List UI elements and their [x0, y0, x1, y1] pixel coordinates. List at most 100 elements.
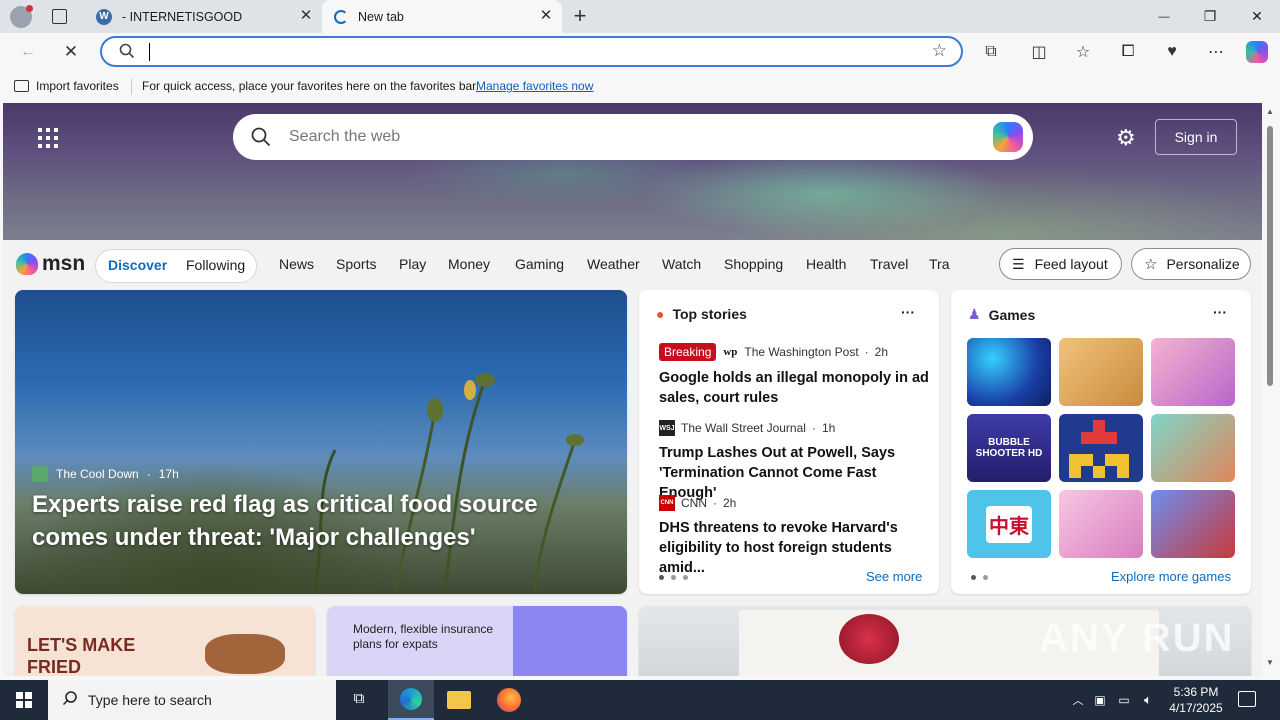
story-age: 2h	[723, 496, 737, 510]
sign-in-button[interactable]: Sign in	[1155, 119, 1237, 155]
maximize-button[interactable]: ❐	[1187, 0, 1233, 33]
tab-actions-icon[interactable]	[52, 9, 67, 24]
minimize-button[interactable]: —	[1141, 0, 1187, 33]
nav-play[interactable]: Play	[399, 256, 426, 272]
layout-icon: ☰	[1012, 255, 1025, 272]
nav-shopping[interactable]: Shopping	[724, 256, 783, 272]
recipe-card[interactable]: LET'S MAKE FRIED	[15, 606, 315, 676]
story-item[interactable]: WSJ The Wall Street Journal · 1h Trump L…	[659, 420, 929, 503]
network-monitor-icon[interactable]: ▣	[1088, 693, 1112, 707]
story-source-name: CNN	[681, 496, 707, 510]
tab-new-tab[interactable]: New tab ✕	[322, 0, 562, 33]
story-separator: ·	[864, 345, 869, 359]
msn-logo[interactable]: msn	[16, 252, 85, 276]
tab-discover[interactable]: Discover	[108, 257, 167, 273]
copilot-icon[interactable]	[1243, 38, 1271, 66]
clock[interactable]: 5:36 PM 4/17/2025	[1162, 684, 1230, 716]
nav-weather[interactable]: Weather	[587, 256, 640, 272]
close-tab-icon[interactable]: ✕	[538, 8, 554, 24]
game-tile-bubble-shooter[interactable]: BUBBLE SHOOTER HD	[967, 414, 1051, 482]
game-tile-jewels[interactable]	[967, 338, 1051, 406]
new-tab-button[interactable]: +	[570, 3, 590, 29]
scroll-up-icon[interactable]: ▲	[1266, 107, 1274, 116]
volume-icon[interactable]: 🔈︎	[1136, 692, 1160, 708]
collections-icon[interactable]: ⧠	[1114, 38, 1142, 66]
network-icon[interactable]: ▭	[1112, 693, 1136, 707]
performance-icon[interactable]: ♥	[1158, 38, 1186, 66]
nav-travel[interactable]: Travel	[870, 256, 908, 272]
story-item[interactable]: Breaking wp The Washington Post · 2h Goo…	[659, 343, 929, 408]
title-bar: W - INTERNETISGOOD ✕ New tab ✕ + — ❐ ✕	[0, 0, 1280, 33]
windows-taskbar: Type here to search ⧉ ︿ ▣ ▭ 🔈︎ 5:36 PM 4…	[0, 680, 1280, 720]
task-view-icon[interactable]: ⧉	[348, 690, 370, 710]
close-tab-icon[interactable]: ✕	[298, 8, 314, 24]
nav-sports[interactable]: Sports	[336, 256, 376, 272]
story-source: CNN CNN · 2h	[659, 495, 929, 511]
back-icon[interactable]: ←	[14, 38, 42, 66]
game-tile-doctor[interactable]	[1151, 414, 1235, 482]
page-scrollbar[interactable]: ▲ ▼	[1262, 103, 1280, 676]
game-tile-dressup[interactable]	[1059, 490, 1143, 558]
feed-layout-button[interactable]: ☰ Feed layout	[999, 248, 1122, 280]
pager-dot[interactable]	[683, 575, 688, 580]
see-more-link[interactable]: See more	[866, 569, 922, 584]
stop-loading-icon[interactable]: ✕	[57, 38, 85, 66]
web-search-box[interactable]: Search the web	[233, 114, 1033, 160]
favorites-message: For quick access, place your favorites h…	[142, 79, 479, 93]
apps-grid-icon[interactable]	[38, 128, 58, 148]
nav-health[interactable]: Health	[806, 256, 846, 272]
games-more-icon[interactable]: ···	[1213, 304, 1227, 320]
import-favorites-button[interactable]: Import favorites	[14, 79, 119, 93]
favorites-icon[interactable]: ☆	[1069, 38, 1097, 66]
explore-more-games-link[interactable]: Explore more games	[1111, 569, 1231, 584]
nav-news[interactable]: News	[279, 256, 314, 272]
cnn-logo: CNN	[659, 495, 675, 511]
notifications-icon[interactable]	[1238, 691, 1256, 707]
extensions-icon[interactable]: ⧉	[977, 38, 1005, 66]
copilot-icon[interactable]	[993, 122, 1023, 152]
scroll-down-icon[interactable]: ▼	[1266, 658, 1274, 667]
edge-taskbar-icon[interactable]	[388, 680, 434, 720]
game-tile-blocks[interactable]	[1059, 414, 1143, 482]
feature-headline[interactable]: Experts raise red flag as critical food …	[32, 488, 612, 554]
address-bar[interactable]: ☆	[100, 36, 963, 67]
settings-more-icon[interactable]: ⋯	[1202, 38, 1230, 66]
game-tile-makeup[interactable]	[1151, 338, 1235, 406]
chevron-up-icon[interactable]: ︿	[1068, 692, 1088, 708]
scroll-thumb[interactable]	[1267, 126, 1273, 386]
blocks-illustration	[1069, 420, 1129, 478]
taskbar-search[interactable]: Type here to search	[48, 680, 336, 720]
close-window-button[interactable]: ✕	[1234, 0, 1280, 33]
import-label: Import favorites	[36, 79, 119, 93]
insurance-ad-card[interactable]: Modern, flexible insurance plans for exp…	[327, 606, 627, 676]
pager-dot[interactable]	[983, 575, 988, 580]
nav-money[interactable]: Money	[448, 256, 490, 272]
game-tile-hotel[interactable]	[1151, 490, 1235, 558]
nav-more-truncated[interactable]: Tra	[929, 256, 949, 272]
story-item[interactable]: CNN CNN · 2h DHS threatens to revoke Har…	[659, 495, 929, 578]
settings-gear-icon[interactable]: ⚙	[1116, 125, 1136, 151]
pager-dot-active[interactable]	[659, 575, 664, 580]
game-tile-mahjong[interactable]: 中東	[967, 490, 1051, 558]
pager-dot-active[interactable]	[971, 575, 976, 580]
game-tile-wood-screw[interactable]	[1059, 338, 1143, 406]
split-screen-icon[interactable]: ◫	[1025, 38, 1053, 66]
add-favorite-icon[interactable]: ☆	[932, 41, 947, 61]
food-image	[205, 634, 285, 674]
feature-story-card[interactable]: The Cool Down · 17h Experts raise red fl…	[15, 290, 627, 594]
file-explorer-icon[interactable]	[447, 691, 471, 709]
book-rose-card[interactable]: ANY RUN	[639, 606, 1251, 676]
firefox-icon[interactable]	[497, 688, 521, 712]
start-button[interactable]	[0, 680, 48, 720]
manage-favorites-link[interactable]: Manage favorites now	[476, 79, 593, 93]
personalize-button[interactable]: ☆ Personalize	[1131, 248, 1251, 280]
nav-gaming[interactable]: Gaming	[515, 256, 564, 272]
divider	[131, 79, 132, 95]
nav-watch[interactable]: Watch	[662, 256, 701, 272]
profile-icon[interactable]	[10, 5, 33, 28]
search-icon	[251, 127, 271, 152]
pager-dot[interactable]	[671, 575, 676, 580]
tab-following[interactable]: Following	[186, 257, 245, 273]
top-stories-more-icon[interactable]: ···	[901, 304, 915, 320]
tab-internetisgood[interactable]: W - INTERNETISGOOD ✕	[84, 0, 322, 33]
